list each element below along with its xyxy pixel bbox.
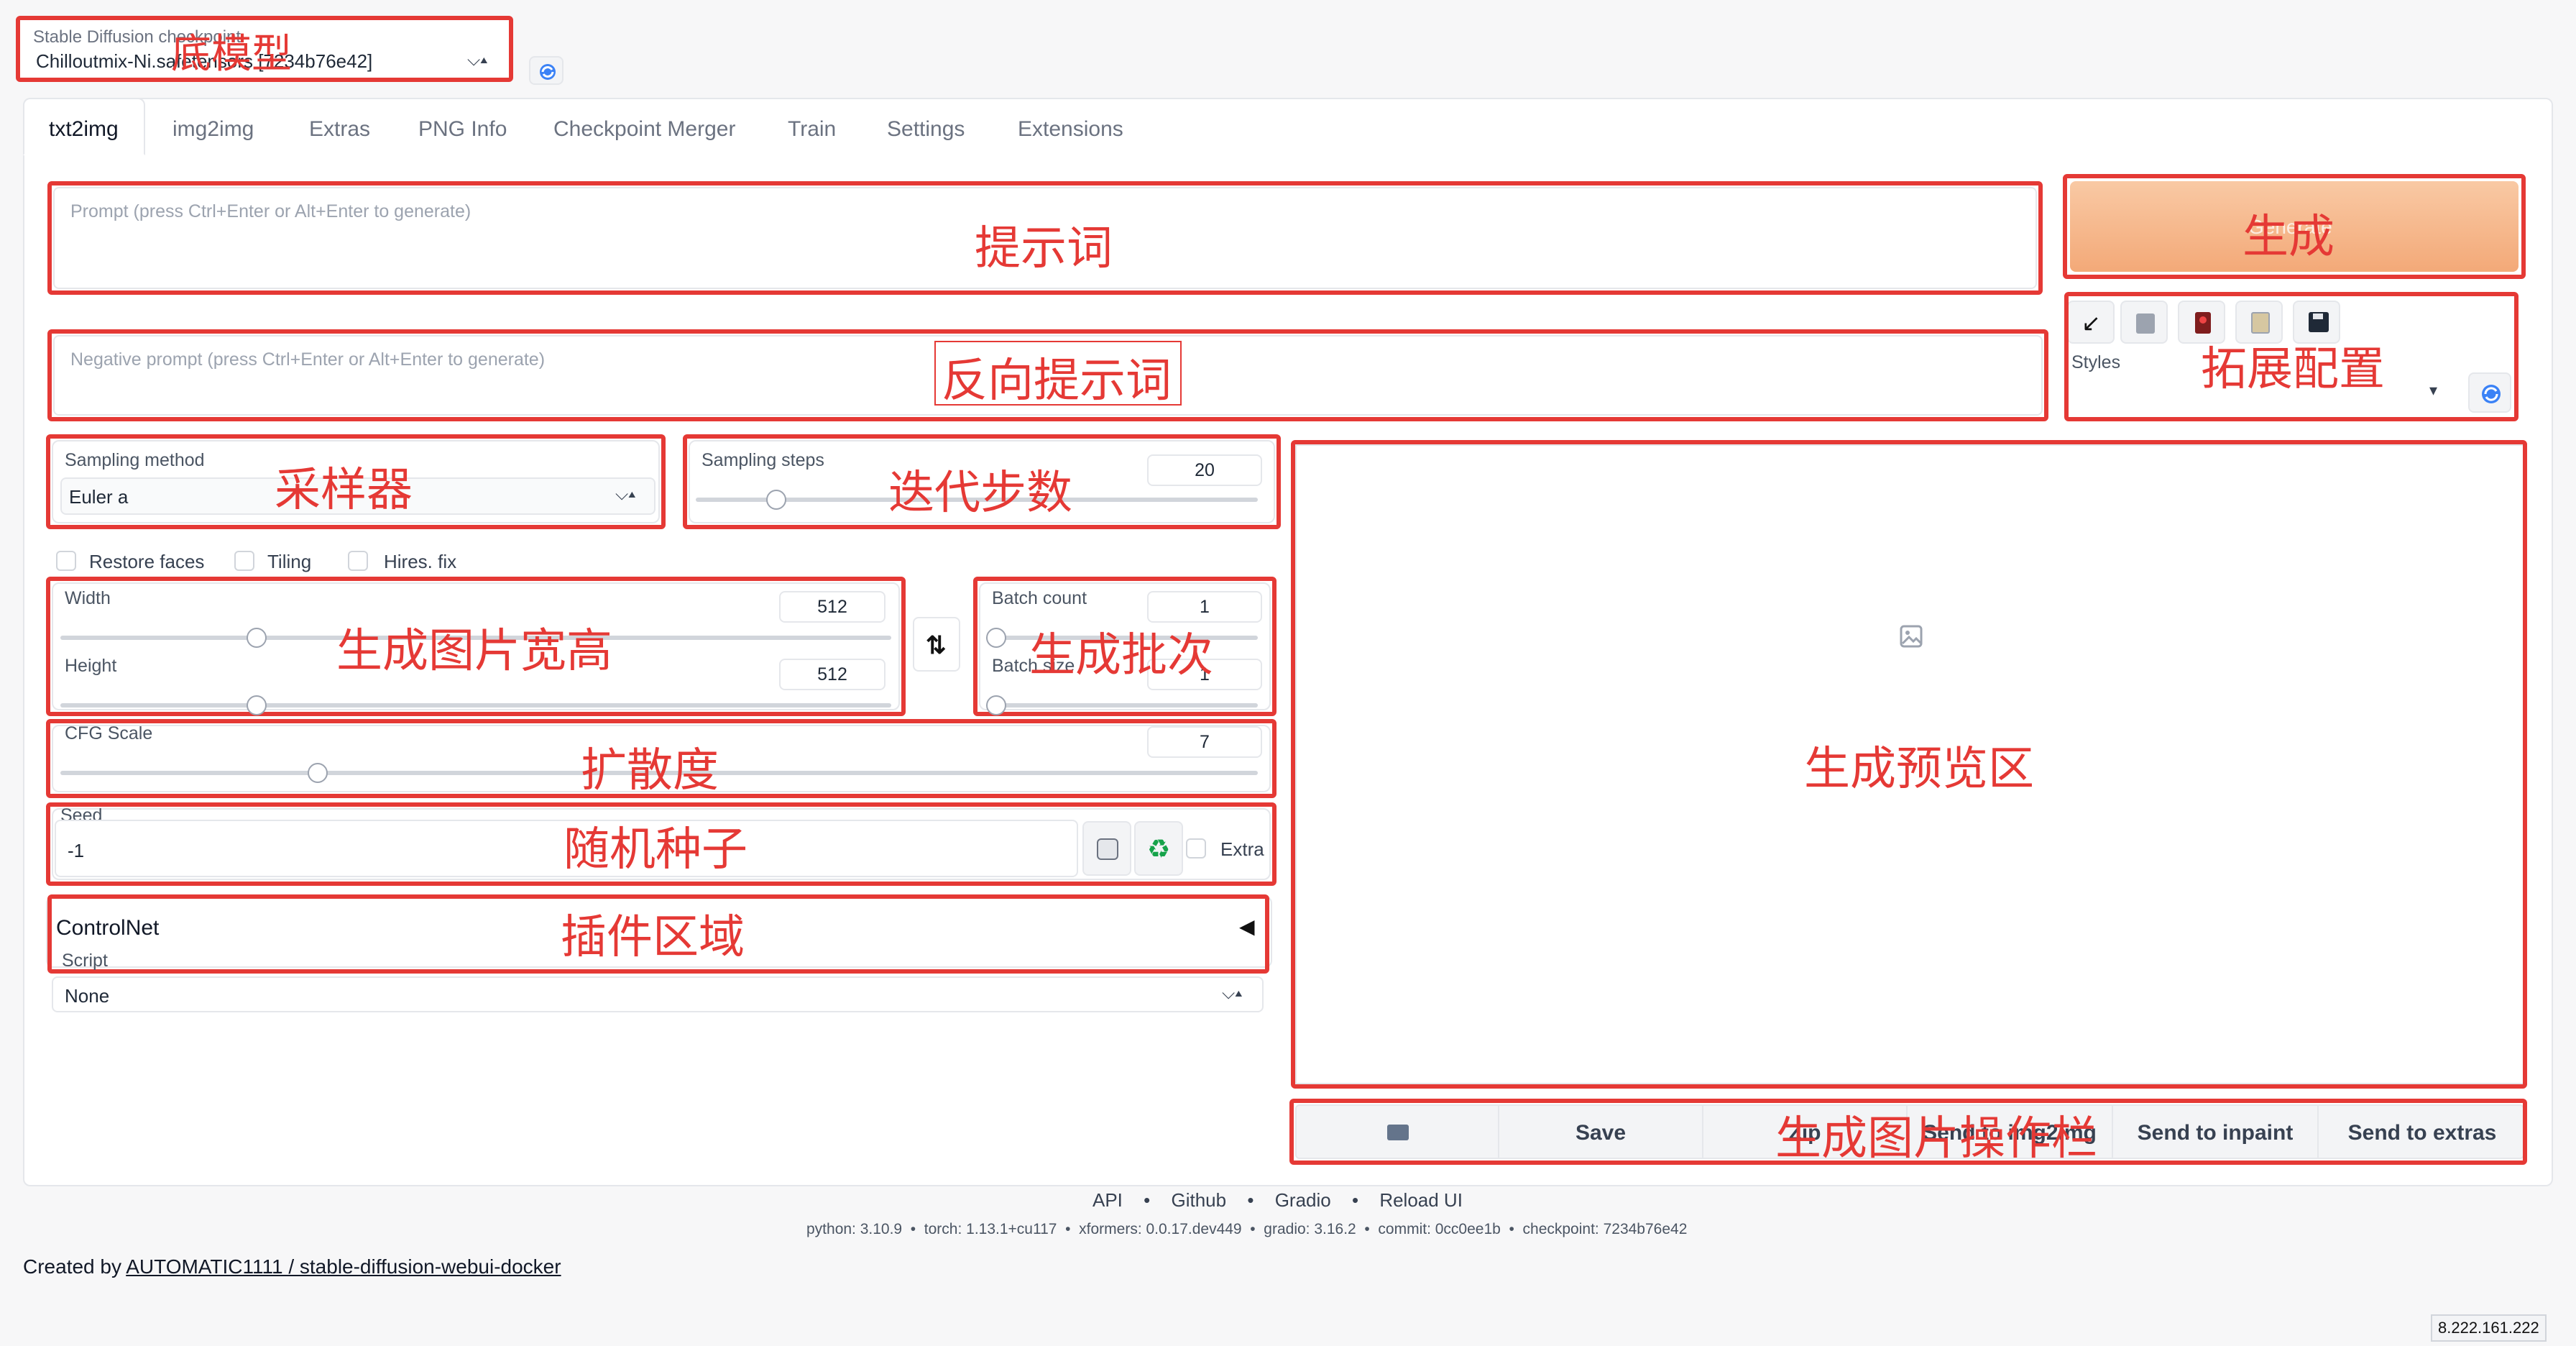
- script-value: None: [65, 985, 110, 1007]
- tab-img2img[interactable]: img2img: [172, 109, 254, 150]
- created-by-link[interactable]: AUTOMATIC1111 / stable-diffusion-webui-d…: [126, 1255, 561, 1278]
- tiling-label: Tiling: [267, 551, 312, 572]
- script-select[interactable]: None ⌵▴: [52, 976, 1264, 1012]
- footer-links: API • Github • Gradio • Reload UI: [1092, 1189, 1495, 1218]
- refresh-icon: [540, 64, 556, 80]
- script-label: Script: [62, 951, 108, 971]
- annotation-size: 生成图片宽高: [336, 625, 612, 678]
- slider-thumb[interactable]: [986, 628, 1006, 648]
- github-link[interactable]: Github: [1172, 1189, 1227, 1211]
- tab-extras[interactable]: Extras: [309, 109, 370, 150]
- slider-thumb[interactable]: [766, 490, 787, 510]
- created-by-prefix: Created by: [23, 1255, 126, 1278]
- swap-dimensions-button[interactable]: ⇅: [913, 617, 960, 672]
- footer-separator: •: [1144, 1189, 1151, 1211]
- restore-faces-checkbox[interactable]: [56, 551, 76, 571]
- annotation-sampler: 采样器: [275, 464, 413, 517]
- tab-extensions[interactable]: Extensions: [1018, 109, 1123, 150]
- tab-checkpoint-merger[interactable]: Checkpoint Merger: [553, 109, 735, 150]
- annotation-steps: 迭代步数: [888, 467, 1072, 520]
- hires-fix-checkbox[interactable]: [348, 551, 368, 571]
- annotation-batch: 生成批次: [1029, 629, 1213, 682]
- annotation-prompt: 提示词: [975, 222, 1113, 275]
- refresh-model-button[interactable]: [529, 56, 564, 85]
- slider-thumb[interactable]: [986, 695, 1006, 715]
- footer-versions: python: 3.10.9 • torch: 1.13.1+cu117 • x…: [806, 1221, 1688, 1237]
- chevron-updown-icon: ⌵▴: [1222, 984, 1243, 1003]
- slider-thumb[interactable]: [307, 763, 328, 783]
- footer-separator: •: [1351, 1189, 1359, 1211]
- annotation-generate: 生成: [2242, 211, 2334, 264]
- tab-bar: [23, 98, 2553, 155]
- tab-txt2img-label: txt2img: [49, 117, 119, 141]
- hires-fix-label: Hires. fix: [384, 551, 457, 572]
- api-link[interactable]: API: [1092, 1189, 1123, 1211]
- tab-png-info[interactable]: PNG Info: [418, 109, 507, 150]
- annotation-negative: 反向提示词: [942, 354, 1172, 408]
- annotation-cfg: 扩散度: [581, 744, 719, 797]
- tab-settings[interactable]: Settings: [887, 109, 965, 150]
- reload-ui-link[interactable]: Reload UI: [1379, 1189, 1463, 1211]
- swap-arrows-icon: ⇅: [926, 632, 947, 659]
- footer-separator: •: [1247, 1189, 1254, 1211]
- restore-faces-label: Restore faces: [89, 551, 205, 572]
- annotation-model: 底模型: [171, 31, 292, 78]
- tiling-checkbox[interactable]: [234, 551, 254, 571]
- created-by: Created by AUTOMATIC1111 / stable-diffus…: [23, 1255, 561, 1278]
- annotation-output: 生成图片操作栏: [1775, 1112, 2097, 1166]
- annotation-plugin: 插件区域: [561, 911, 745, 964]
- annotation-extension: 拓展配置: [2201, 343, 2385, 396]
- gradio-link[interactable]: Gradio: [1275, 1189, 1331, 1211]
- annotation-preview: 生成预览区: [1804, 743, 2034, 796]
- annotation-seed: 随机种子: [564, 823, 748, 876]
- tab-train[interactable]: Train: [788, 109, 836, 150]
- ip-badge: 8.222.161.222: [2431, 1314, 2547, 1342]
